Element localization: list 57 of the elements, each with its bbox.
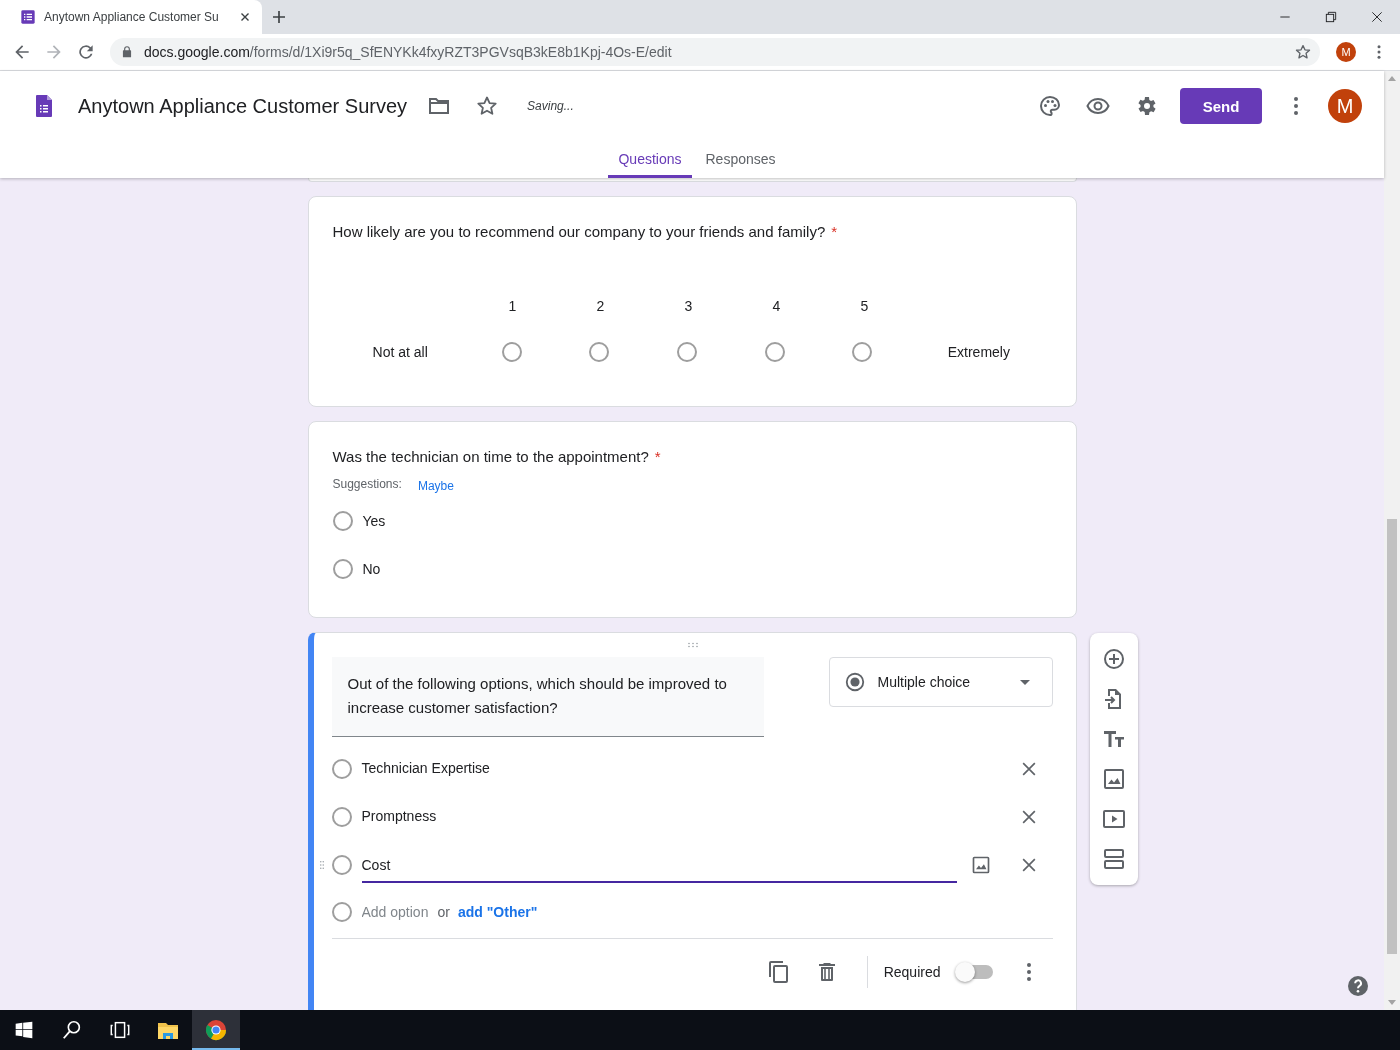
scrollbar[interactable] — [1384, 71, 1400, 1010]
star-icon[interactable] — [1294, 43, 1312, 61]
new-tab-icon[interactable] — [270, 8, 288, 26]
send-button[interactable]: Send — [1180, 88, 1262, 124]
radio-icon — [331, 902, 352, 922]
radio-button[interactable] — [764, 342, 785, 362]
saving-status: Saving... — [527, 99, 574, 113]
scale-number: 1 — [508, 298, 517, 314]
form-title: Anytown Appliance Customer Survey — [78, 94, 408, 118]
url-text: docs.google.com/forms/d/1Xi9r5q_SfENYKk4fxyRZT3PGVsqB3kE8b1Kpj-4Os-E/edit — [144, 44, 672, 60]
option-field[interactable]: Cost — [361, 847, 957, 883]
lock-icon — [120, 45, 134, 59]
required-toggle[interactable] — [956, 965, 993, 979]
user-avatar[interactable]: M — [1328, 89, 1362, 123]
option-field[interactable]: Technician Expertise — [361, 751, 957, 787]
add-other-link[interactable]: add "Other" — [457, 904, 538, 920]
caret-icon — [1019, 679, 1030, 685]
radio-icon — [843, 671, 866, 693]
question-text: Was the technician on time to the appointment? — [332, 447, 649, 467]
address-field[interactable]: docs.google.com/forms/d/1Xi9r5q_SfENYKk4fxyRZT3PGVsqB3kE8b1Kpj-4Os-E/edit — [110, 38, 1320, 66]
scale-label: Extremely — [947, 344, 1010, 360]
option-field[interactable]: Promptness — [361, 799, 957, 835]
radio-button[interactable] — [332, 511, 353, 531]
radio-button[interactable] — [677, 342, 698, 362]
scale-number: 3 — [684, 298, 693, 314]
question-text: How likely are you to recommend our company to your friends and family? — [332, 222, 826, 242]
scrollbar-thumb[interactable] — [1387, 519, 1397, 954]
form-tab[interactable]: Responses — [695, 141, 786, 178]
required-mark: * — [654, 447, 661, 467]
radio-button[interactable] — [331, 855, 352, 875]
suggestions-label: Suggestions: — [332, 477, 402, 491]
suggestion-link[interactable]: Maybe — [417, 479, 454, 493]
radio-button[interactable] — [501, 342, 522, 362]
help-icon[interactable] — [1346, 974, 1370, 998]
image-icon[interactable] — [970, 855, 991, 875]
add-option-field[interactable]: Add option — [361, 904, 434, 920]
scale-label: Not at all — [372, 344, 428, 360]
question-title-field[interactable]: Out of the following options, which should be improved to increase customer satisfaction? — [331, 657, 764, 737]
radio-button[interactable] — [331, 807, 352, 827]
profile-avatar[interactable]: M — [1336, 42, 1356, 62]
browser-icon[interactable] — [192, 1010, 240, 1050]
browser-tab[interactable]: Anytown Appliance Customer Su — [0, 0, 262, 34]
required-label: Required — [883, 964, 941, 980]
required-mark: * — [831, 222, 838, 242]
option-label: No — [362, 561, 381, 577]
question-type-dropdown[interactable]: Multiple choice — [828, 657, 1053, 707]
radio-button[interactable] — [331, 759, 352, 779]
or-text: or — [437, 904, 450, 920]
scale-number: 4 — [772, 298, 781, 314]
forms-icon — [20, 9, 36, 25]
radio-button[interactable] — [332, 559, 353, 579]
radio-button[interactable] — [589, 342, 610, 362]
scale-number: 2 — [596, 298, 605, 314]
tab-title: Anytown Appliance Customer Su — [44, 10, 220, 24]
radio-button[interactable] — [852, 342, 873, 362]
option-label: Yes — [362, 513, 386, 529]
scale-number: 5 — [860, 298, 869, 314]
